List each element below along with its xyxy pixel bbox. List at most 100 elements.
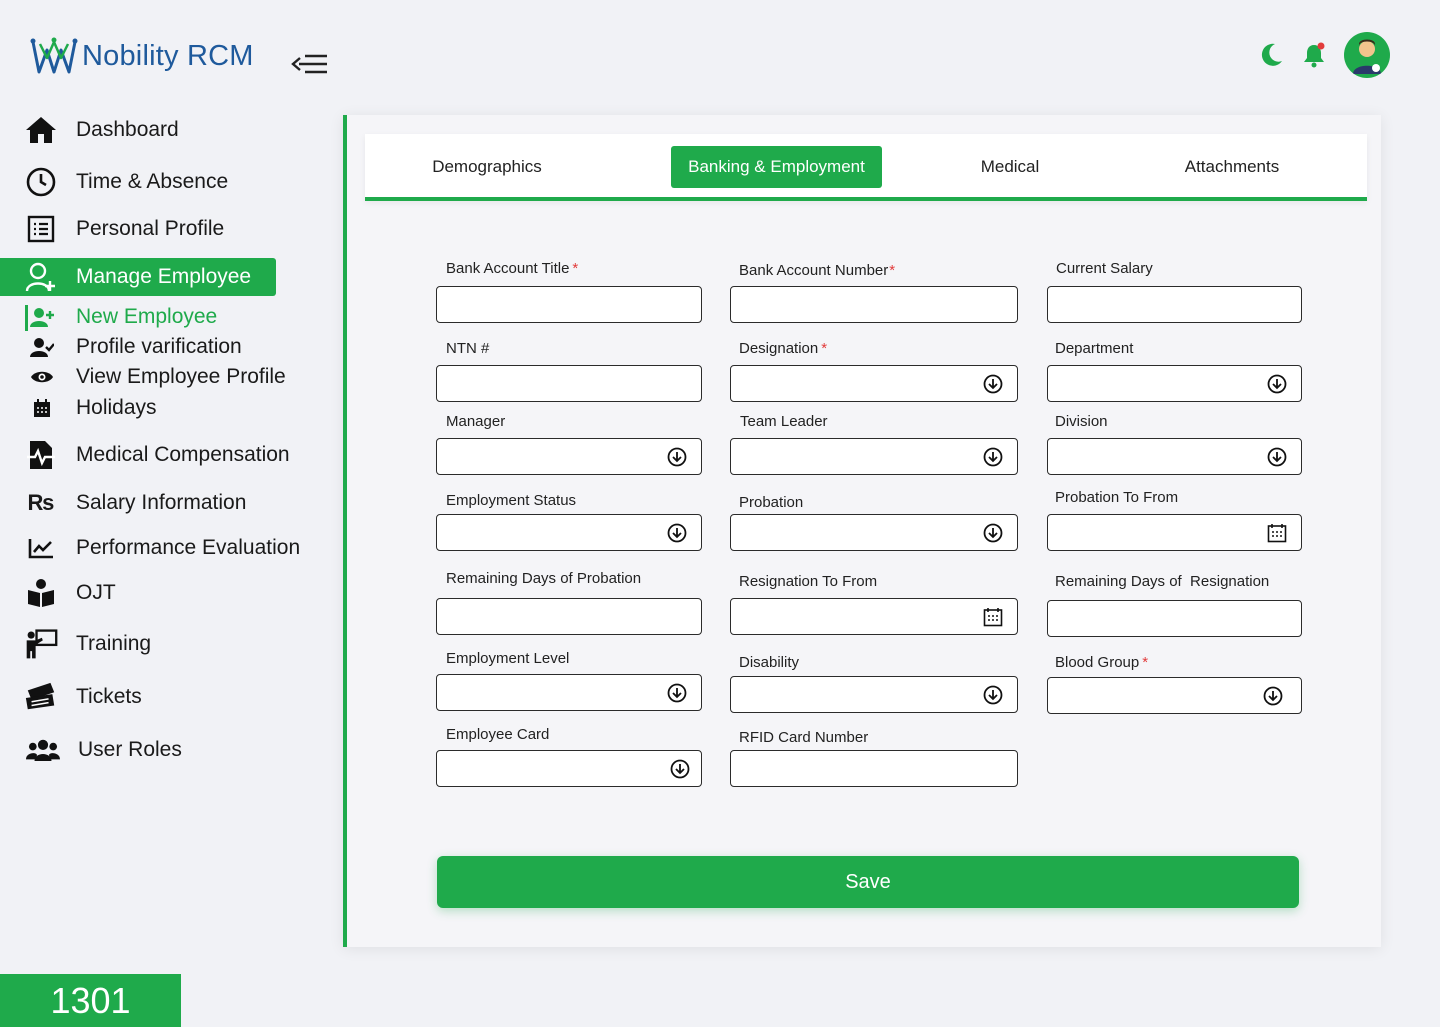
division-select[interactable] bbox=[1047, 438, 1302, 475]
sidebar-subitem-holidays[interactable]: Holidays bbox=[30, 393, 157, 423]
label-team-leader: Team Leader bbox=[740, 413, 828, 430]
label-employment-level: Employment Level bbox=[446, 650, 570, 667]
save-button[interactable]: Save bbox=[437, 856, 1299, 908]
users-icon bbox=[26, 737, 60, 763]
chevron-down-circle-icon[interactable] bbox=[983, 374, 1003, 394]
sidebar-item-medical-compensation[interactable]: Medical Compensation bbox=[0, 436, 290, 474]
sidebar-subitem-view-employee-profile[interactable]: View Employee Profile bbox=[30, 362, 286, 392]
sidebar-item-personal-profile[interactable]: Personal Profile bbox=[0, 210, 224, 248]
tab-banking-employment[interactable]: Banking & Employment bbox=[671, 146, 882, 188]
label-resignation-to-from: Resignation To From bbox=[739, 573, 878, 590]
sidebar-item-user-roles[interactable]: User Roles bbox=[0, 731, 182, 769]
sidebar-subitem-new-employee[interactable]: New Employee bbox=[30, 302, 217, 332]
chevron-down-circle-icon[interactable] bbox=[667, 447, 687, 467]
eye-icon bbox=[30, 369, 54, 385]
calendar-icon[interactable] bbox=[983, 607, 1003, 627]
sidebar-subitem-label: Holidays bbox=[76, 396, 157, 419]
rfid-card-number-field[interactable] bbox=[730, 750, 1018, 787]
tab-medical[interactable]: Medical bbox=[955, 146, 1065, 188]
chevron-down-circle-icon[interactable] bbox=[983, 685, 1003, 705]
remaining-days-probation-field[interactable] bbox=[436, 598, 702, 635]
ntn-input[interactable] bbox=[437, 366, 701, 401]
sidebar-item-salary-information[interactable]: ₨ Salary Information bbox=[0, 484, 247, 522]
sidebar-item-dashboard[interactable]: Dashboard bbox=[0, 111, 179, 149]
sidebar-subitem-label: Profile varification bbox=[76, 335, 242, 358]
sidebar-item-label: Personal Profile bbox=[76, 217, 225, 240]
user-plus-icon bbox=[30, 307, 54, 327]
label-employee-card: Employee Card bbox=[446, 726, 550, 743]
sidebar-item-tickets[interactable]: Tickets bbox=[0, 678, 142, 716]
label-blood-group: Blood Group * bbox=[1055, 654, 1149, 671]
chevron-down-circle-icon[interactable] bbox=[983, 447, 1003, 467]
sidebar-item-label: Time & Absence bbox=[76, 170, 229, 193]
label-manager: Manager bbox=[446, 413, 506, 430]
bank-account-number-input[interactable] bbox=[731, 287, 1017, 322]
employee-card-select[interactable] bbox=[436, 750, 702, 787]
rfid-card-number-input[interactable] bbox=[731, 751, 1017, 786]
reading-icon bbox=[24, 578, 58, 608]
label-bank-account-title: Bank Account Title * bbox=[446, 260, 579, 277]
tab-bar: Demographics Banking & Employment Medica… bbox=[365, 134, 1367, 201]
sidebar-item-performance-evaluation[interactable]: Performance Evaluation bbox=[0, 529, 300, 567]
probation-to-from-date[interactable] bbox=[1047, 514, 1302, 551]
moon-icon[interactable] bbox=[1258, 42, 1284, 68]
employment-level-select[interactable] bbox=[436, 674, 702, 711]
avatar[interactable] bbox=[1344, 32, 1390, 78]
tab-demographics[interactable]: Demographics bbox=[409, 146, 565, 188]
remaining-days-probation-input[interactable] bbox=[437, 599, 701, 634]
chevron-down-circle-icon[interactable] bbox=[1267, 447, 1287, 467]
bell-icon[interactable] bbox=[1300, 41, 1328, 69]
sidebar-item-time-absence[interactable]: Time & Absence bbox=[0, 163, 228, 201]
trainer-icon bbox=[24, 627, 58, 661]
sidebar-item-training[interactable]: Training bbox=[0, 625, 151, 663]
app-logo[interactable]: Nobility RCM bbox=[30, 36, 254, 76]
bank-account-title-field[interactable] bbox=[436, 286, 702, 323]
bank-account-number-field[interactable] bbox=[730, 286, 1018, 323]
sidebar-subitem-label: New Employee bbox=[76, 305, 218, 328]
department-select[interactable] bbox=[1047, 365, 1302, 402]
chevron-down-circle-icon[interactable] bbox=[1267, 374, 1287, 394]
chevron-down-circle-icon[interactable] bbox=[983, 523, 1003, 543]
manage-user-icon bbox=[24, 261, 58, 293]
sidebar-item-label: Performance Evaluation bbox=[76, 536, 301, 559]
label-designation: Designation * bbox=[739, 340, 828, 357]
header-actions bbox=[1258, 32, 1390, 78]
label-disability: Disability bbox=[739, 654, 800, 671]
chevron-down-circle-icon[interactable] bbox=[670, 759, 690, 779]
sidebar-item-ojt[interactable]: OJT bbox=[0, 574, 116, 612]
team-leader-select[interactable] bbox=[730, 438, 1018, 475]
employment-status-select[interactable] bbox=[436, 514, 702, 551]
sidebar-item-label: OJT bbox=[76, 581, 116, 604]
blood-group-select[interactable] bbox=[1047, 677, 1302, 714]
calendar-icon bbox=[30, 398, 54, 418]
crown-logo-icon bbox=[30, 37, 78, 74]
label-division: Division bbox=[1055, 413, 1108, 430]
medical-file-icon bbox=[24, 439, 58, 471]
ntn-field[interactable] bbox=[436, 365, 702, 402]
ticket-icon bbox=[24, 680, 58, 714]
resignation-to-from-date[interactable] bbox=[730, 598, 1018, 635]
sidebar-subitem-profile-verification[interactable]: Profile varification bbox=[30, 332, 242, 362]
tab-attachments[interactable]: Attachments bbox=[1165, 146, 1299, 188]
home-icon bbox=[24, 115, 58, 145]
sidebar-item-label: Tickets bbox=[76, 685, 142, 708]
remaining-days-resignation-input[interactable] bbox=[1048, 601, 1301, 636]
chevron-down-circle-icon[interactable] bbox=[1263, 686, 1283, 706]
remaining-days-resignation-field[interactable] bbox=[1047, 600, 1302, 637]
probation-select[interactable] bbox=[730, 514, 1018, 551]
sidebar-item-manage-employee[interactable]: Manage Employee bbox=[0, 258, 276, 296]
current-salary-field[interactable] bbox=[1047, 286, 1302, 323]
calendar-icon[interactable] bbox=[1267, 523, 1287, 543]
menu-collapse-icon[interactable] bbox=[291, 53, 329, 75]
manager-select[interactable] bbox=[436, 438, 702, 475]
label-probation: Probation bbox=[739, 494, 804, 511]
disability-select[interactable] bbox=[730, 676, 1018, 713]
designation-select[interactable] bbox=[730, 365, 1018, 402]
sidebar-item-label: Salary Information bbox=[76, 491, 247, 514]
chevron-down-circle-icon[interactable] bbox=[667, 683, 687, 703]
current-salary-input[interactable] bbox=[1048, 287, 1301, 322]
label-remaining-days-resignation: Remaining Days of Resignation bbox=[1055, 573, 1270, 590]
bank-account-title-input[interactable] bbox=[437, 287, 701, 322]
list-icon bbox=[24, 214, 58, 244]
chevron-down-circle-icon[interactable] bbox=[667, 523, 687, 543]
